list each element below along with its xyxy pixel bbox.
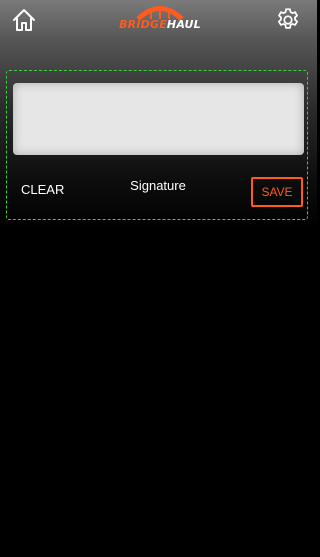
- gear-icon: [278, 8, 298, 29]
- top-bar: BRIDGEHAUL: [0, 0, 317, 62]
- home-button[interactable]: [10, 6, 38, 34]
- app-screen: BRIDGEHAUL CLEAR Signature SAVE: [0, 0, 317, 557]
- save-button[interactable]: SAVE: [251, 177, 303, 207]
- logo-wordmark: BRIDGEHAUL: [118, 18, 202, 32]
- bridgehaul-logo: BRIDGEHAUL: [118, 4, 202, 34]
- clear-button[interactable]: CLEAR: [17, 179, 68, 201]
- signature-panel: CLEAR Signature SAVE: [6, 70, 308, 220]
- signature-pad[interactable]: [13, 83, 304, 155]
- signature-label: Signature: [130, 178, 186, 193]
- logo-text-bridge: BRIDGE: [119, 18, 167, 31]
- logo-text-haul: HAUL: [166, 18, 201, 31]
- settings-button[interactable]: [274, 6, 302, 34]
- home-icon: [13, 9, 35, 31]
